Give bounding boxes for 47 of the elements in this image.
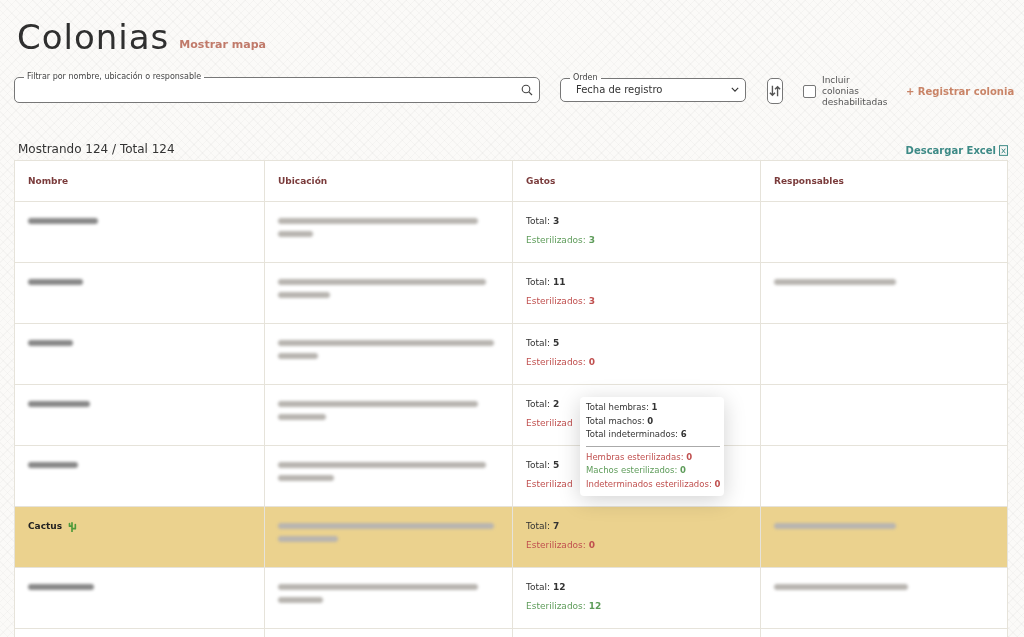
sterilized-count: Esterilizados: 0: [526, 357, 595, 367]
redacted-text: [28, 582, 94, 590]
include-disabled-label: Incluir colonias deshabilitadas: [822, 74, 886, 108]
tooltip-line: Indeterminados esterilizados: 0: [586, 477, 721, 491]
cat-total: Total: 2: [526, 399, 560, 409]
redacted-text: [28, 399, 90, 407]
redacted-text: [28, 460, 78, 468]
field-label: Orden: [570, 71, 601, 83]
cat-total: Total: 5: [526, 338, 560, 348]
tooltip-line: Machos esterilizados: 0: [586, 464, 687, 477]
download-excel-link[interactable]: Descargar Excel: [905, 145, 1008, 156]
sterilized-count: Esterilizad: [526, 479, 573, 489]
column-header[interactable]: Ubicación: [264, 161, 512, 201]
redacted-text: [28, 338, 73, 346]
redacted-text: [28, 277, 83, 285]
cat-total: Total: 7: [526, 521, 560, 531]
cat-total: Total: 5: [526, 460, 560, 470]
chevron-down-icon: [731, 87, 739, 92]
table-row[interactable]: Total: 5 Esterilizados: 0: [15, 323, 1007, 384]
sort-arrows-icon: [768, 85, 782, 97]
table-row[interactable]: Total: 12 Esterilizados: 12: [15, 567, 1007, 628]
table-row[interactable]: Total: 3 Esterilizados: 3: [15, 201, 1007, 262]
column-header[interactable]: Nombre: [15, 161, 264, 201]
cat-total: Total: 3: [526, 216, 560, 226]
cat-total: Total: 11: [526, 277, 566, 287]
sort-direction-button[interactable]: [767, 78, 783, 104]
column-header[interactable]: Gatos: [512, 161, 760, 201]
table-row[interactable]: Cactus Total: 7 Esterilizados: 0: [15, 506, 1007, 567]
sterilized-count: Esterilizados: 3: [526, 235, 595, 245]
column-header[interactable]: Responsables: [760, 161, 1008, 201]
sterilized-count: Esterilizados: 12: [526, 601, 602, 611]
redacted-text: [28, 216, 98, 224]
sterilized-count: Esterilizados: 0: [526, 540, 595, 550]
field-label: Filtrar por nombre, ubicación o responsable: [24, 70, 205, 82]
colony-name: Cactus: [28, 521, 63, 531]
tooltip-line: Total machos: 0: [586, 414, 655, 428]
sterilized-count: Esterilizad: [526, 418, 573, 428]
results-count: Mostrando 124 / Total 124: [18, 142, 175, 156]
page-title: Colonias: [17, 18, 170, 56]
sterilized-count: Esterilizados: 3: [526, 296, 595, 306]
excel-file-icon: [999, 145, 1008, 156]
table-row[interactable]: Total: 11 Esterilizados: 3: [15, 262, 1007, 323]
tooltip-line: Hembras esterilizadas: 0: [586, 450, 694, 464]
cat-total: Total: 12: [526, 582, 566, 592]
tooltip-line: Total indeterminados: 6: [586, 428, 688, 441]
tooltip-line: Total hembras: 1: [586, 401, 659, 414]
search-icon: [521, 83, 533, 96]
